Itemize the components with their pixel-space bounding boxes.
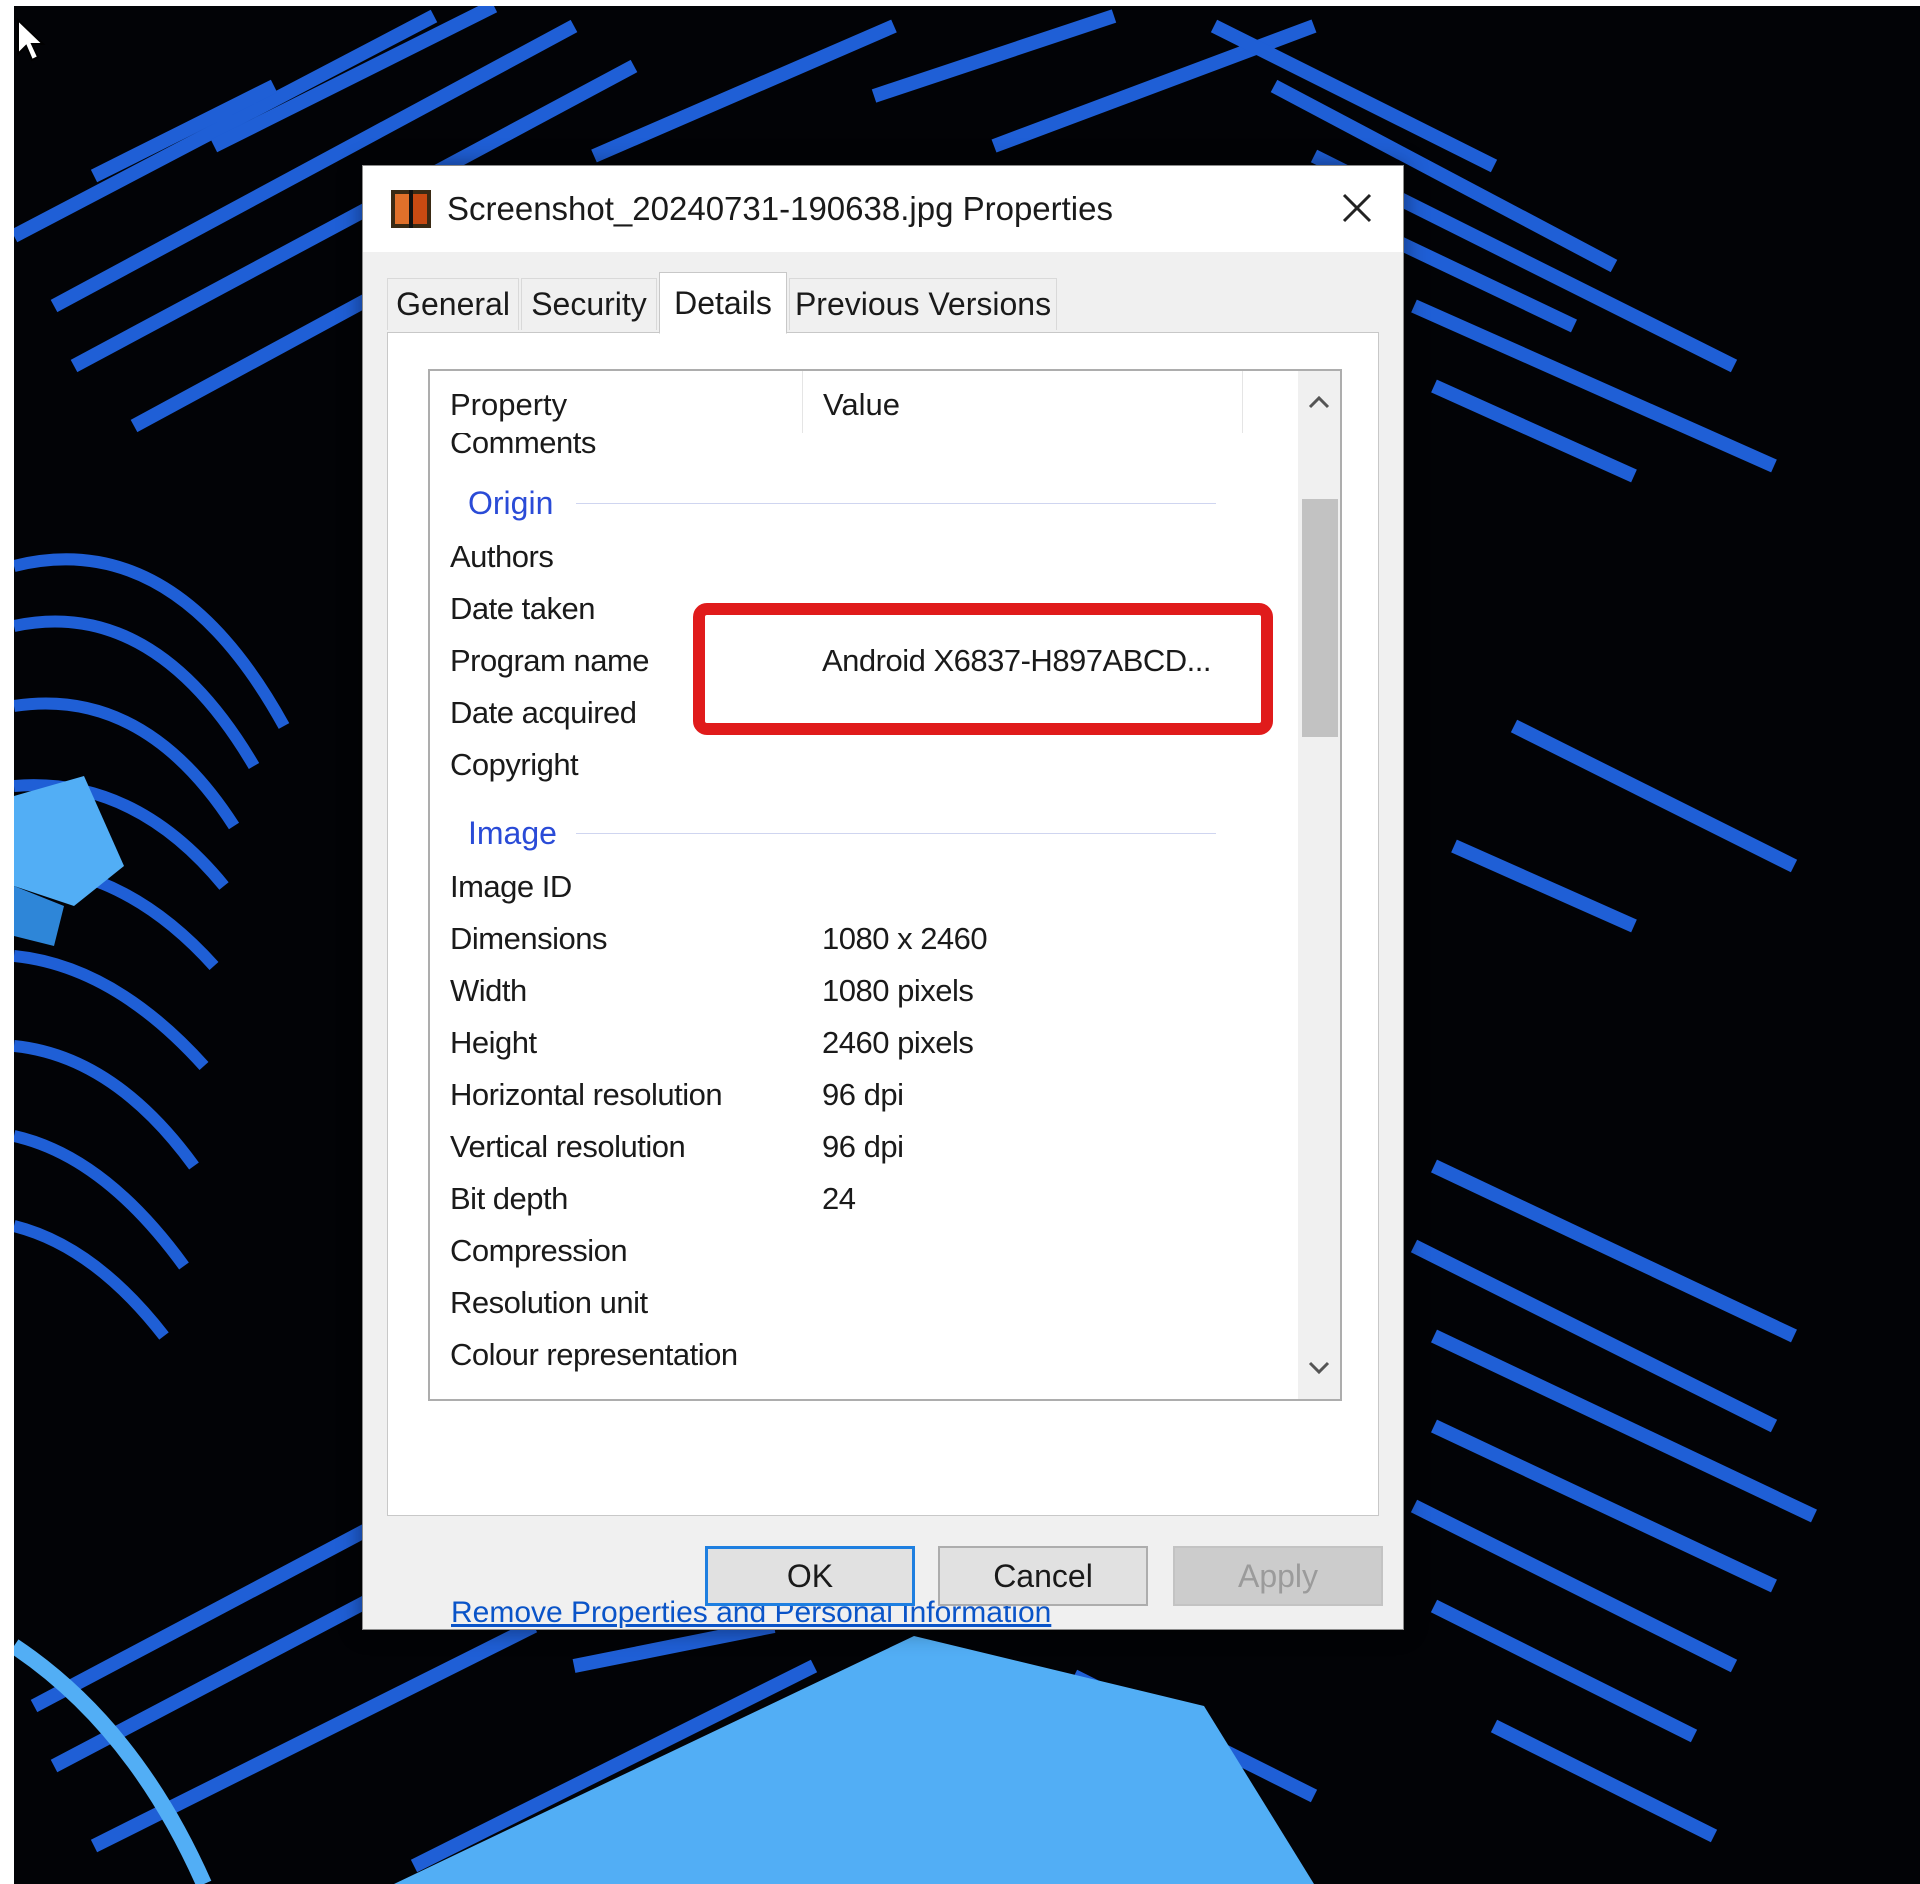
list-item[interactable]: Bit depth 24 [430,1173,1286,1225]
list-item[interactable]: Horizontal resolution 96 dpi [430,1069,1286,1121]
property-name: Vertical resolution [450,1129,686,1164]
group-label: Origin [468,477,566,529]
group-divider [576,833,1216,834]
vertical-scrollbar[interactable] [1298,371,1340,1399]
list-item[interactable]: Date taken [430,583,1286,635]
list-header: Property Value [430,371,1286,433]
tab-general[interactable]: General [387,278,519,330]
list-item[interactable]: Date acquired [430,687,1286,739]
property-name: Image ID [450,869,572,904]
tab-security[interactable]: Security [521,278,657,330]
property-name: Colour representation [450,1337,738,1372]
cancel-button[interactable]: Cancel [938,1546,1148,1606]
details-panel: Property Value Comments Origin Authors D… [387,332,1379,1629]
property-column-header[interactable]: Property [430,371,802,433]
empty-column-header [1242,371,1286,433]
property-name: Horizontal resolution [450,1077,723,1112]
list-item[interactable]: Image ID [430,861,1286,913]
property-name: Copyright [450,747,579,782]
property-rows: Comments Origin Authors Date taken Progr… [430,371,1286,1399]
close-button[interactable] [1327,178,1387,238]
list-item[interactable]: Vertical resolution 96 dpi [430,1121,1286,1173]
chevron-up-icon [1308,395,1330,409]
property-value: 24 [822,1181,856,1216]
list-item[interactable]: Colour representation [430,1329,1286,1381]
ok-button[interactable]: OK [705,1546,915,1606]
list-item[interactable]: Copyright [430,739,1286,791]
property-value: Android X6837-H897ABCD... [822,643,1212,678]
scroll-thumb[interactable] [1302,499,1338,737]
property-name: Height [450,1025,537,1060]
tab-strip: General Security Details Previous Versio… [387,272,1367,334]
group-divider [576,503,1216,504]
list-item-program-name[interactable]: Program name Android X6837-H897ABCD... [430,635,1286,687]
scroll-down-button[interactable] [1298,1343,1340,1393]
scroll-up-button[interactable] [1298,377,1340,427]
list-item[interactable]: Authors [430,531,1286,583]
property-name: Width [450,973,527,1008]
list-item[interactable]: Width 1080 pixels [430,965,1286,1017]
property-name: Resolution unit [450,1285,648,1320]
chevron-down-icon [1308,1361,1330,1375]
property-name: Bit depth [450,1181,568,1216]
property-name: Date taken [450,591,595,626]
close-icon [1342,193,1372,223]
value-column-header[interactable]: Value [802,371,1242,433]
property-list[interactable]: Property Value Comments Origin Authors D… [428,369,1342,1401]
property-value: 96 dpi [822,1077,904,1112]
property-name: Authors [450,539,554,574]
property-value: 96 dpi [822,1129,904,1164]
screen-edge-left [0,0,14,1884]
properties-dialog: Screenshot_20240731-190638.jpg Propertie… [362,165,1404,1630]
group-header-image[interactable]: Image [430,807,1286,859]
property-value: 1080 pixels [822,973,974,1008]
property-name: Date acquired [450,695,637,730]
property-name: Dimensions [450,921,607,956]
property-value: 2460 pixels [822,1025,974,1060]
tab-details[interactable]: Details [659,272,787,334]
mouse-cursor-icon [17,18,46,62]
apply-button[interactable]: Apply [1173,1546,1383,1606]
list-item[interactable]: Height 2460 pixels [430,1017,1286,1069]
group-header-origin[interactable]: Origin [430,477,1286,529]
list-item[interactable]: Resolution unit [430,1277,1286,1329]
image-file-icon [391,190,431,228]
group-label: Image [468,807,569,859]
property-name: Program name [450,643,650,678]
property-name: Compression [450,1233,628,1268]
property-value: 1080 x 2460 [822,921,988,956]
tab-previous-versions[interactable]: Previous Versions [789,278,1057,330]
list-item[interactable]: Compression [430,1225,1286,1277]
list-item[interactable]: Dimensions 1080 x 2460 [430,913,1286,965]
dialog-title: Screenshot_20240731-190638.jpg Propertie… [447,190,1113,227]
dialog-titlebar[interactable]: Screenshot_20240731-190638.jpg Propertie… [363,166,1403,252]
